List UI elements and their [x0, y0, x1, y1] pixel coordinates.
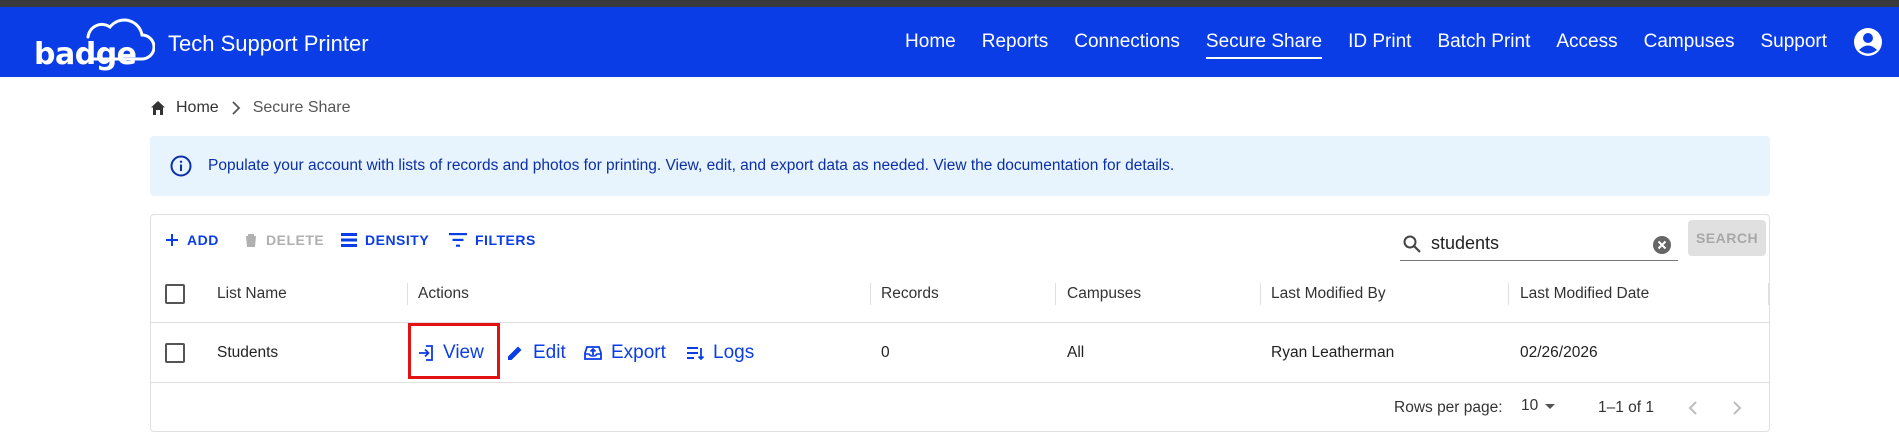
- column-separator[interactable]: [1055, 283, 1056, 305]
- list-sort-icon: [687, 346, 705, 360]
- view-button-label: View: [443, 341, 484, 363]
- trash-icon: [246, 234, 256, 247]
- select-all-cell: [165, 265, 185, 322]
- nav-support[interactable]: Support: [1760, 7, 1827, 77]
- column-separator[interactable]: [1260, 283, 1261, 305]
- row-checkbox[interactable]: [165, 342, 185, 363]
- column-header-campuses[interactable]: Campuses: [1067, 265, 1141, 322]
- column-header-actions[interactable]: Actions: [418, 265, 469, 322]
- cell-last-modified-date: 02/26/2026: [1520, 343, 1598, 361]
- login-icon: [419, 344, 433, 361]
- badge-logo[interactable]: badge: [30, 15, 155, 72]
- delete-button[interactable]: DELETE: [244, 228, 324, 252]
- edit-button-label: Edit: [533, 341, 566, 363]
- column-header-list-name[interactable]: List Name: [217, 265, 287, 322]
- column-separator[interactable]: [1508, 283, 1509, 305]
- export-button[interactable]: Export: [583, 342, 666, 364]
- lists-data-grid: ADD DELETE DENSITY FILTERS SEARCH: [150, 214, 1770, 432]
- grid-toolbar: ADD DELETE DENSITY FILTERS SEARCH: [151, 215, 1769, 265]
- actions-cell-logs: Logs: [685, 323, 754, 382]
- search-field: [1400, 227, 1678, 261]
- filter-icon: [449, 233, 467, 247]
- pagination-range: 1–1 of 1: [1598, 399, 1655, 416]
- select-all-checkbox[interactable]: [165, 283, 185, 304]
- row-select-cell: [165, 323, 185, 382]
- nav-id-print[interactable]: ID Print: [1348, 7, 1411, 77]
- nav-home[interactable]: Home: [905, 7, 956, 77]
- density-icon: [341, 233, 357, 247]
- logs-button[interactable]: Logs: [685, 342, 754, 364]
- edit-button[interactable]: Edit: [505, 342, 566, 364]
- nav-access[interactable]: Access: [1556, 7, 1617, 77]
- chevron-right-icon: [231, 101, 241, 115]
- cell-last-modified-by: Ryan Leatherman: [1271, 343, 1395, 361]
- grid-footer: Rows per page: 10 1–1 of 1: [151, 383, 1769, 433]
- breadcrumb-home-label: Home: [176, 99, 219, 116]
- info-icon: [170, 155, 192, 177]
- nav-campuses[interactable]: Campuses: [1644, 7, 1735, 77]
- actions-cell: View: [417, 323, 484, 382]
- delete-button-label: DELETE: [266, 232, 325, 248]
- cell-campuses: All: [1067, 343, 1085, 361]
- rows-per-page-value: 10: [1521, 397, 1539, 414]
- rows-per-page-label: Rows per page:: [1394, 399, 1503, 416]
- export-icon: [584, 345, 602, 360]
- rows-per-page-select[interactable]: 10: [1521, 396, 1562, 416]
- search-button[interactable]: SEARCH: [1688, 220, 1766, 256]
- table-row[interactable]: Students View Edit Export Logs 0 All Rya…: [151, 323, 1769, 383]
- density-button-label: DENSITY: [365, 232, 430, 248]
- search-input[interactable]: [1431, 233, 1631, 254]
- plus-icon: [166, 234, 178, 246]
- arrow-drop-down-icon: [1545, 404, 1556, 409]
- nav-batch-print[interactable]: Batch Print: [1437, 7, 1530, 77]
- density-button[interactable]: DENSITY: [341, 228, 429, 252]
- column-separator[interactable]: [1768, 283, 1769, 305]
- account-circle-icon[interactable]: [1853, 27, 1883, 57]
- cell-list-name: Students: [217, 343, 279, 361]
- export-button-label: Export: [611, 341, 666, 363]
- info-alert: Populate your account with lists of reco…: [150, 136, 1770, 196]
- column-header-records[interactable]: Records: [881, 265, 939, 322]
- search-icon: [1403, 235, 1421, 253]
- nav-secure-share[interactable]: Secure Share: [1205, 7, 1323, 77]
- main-nav: Home Reports Connections Secure Share ID…: [879, 7, 1827, 77]
- logo-text: badge: [34, 37, 137, 72]
- actions-cell-export: Export: [583, 323, 666, 382]
- filters-button-label: FILTERS: [475, 232, 536, 248]
- nav-reports[interactable]: Reports: [982, 7, 1049, 77]
- filters-button[interactable]: FILTERS: [449, 228, 536, 252]
- column-separator[interactable]: [870, 283, 871, 305]
- breadcrumb-home[interactable]: Home: [150, 99, 219, 117]
- column-header-last-modified-by[interactable]: Last Modified By: [1271, 265, 1386, 322]
- cell-records: 0: [881, 343, 890, 361]
- home-icon: [151, 101, 165, 115]
- app-bar: badge Tech Support Printer Home Reports …: [0, 7, 1899, 77]
- column-separator[interactable]: [407, 283, 408, 305]
- view-button[interactable]: View: [417, 342, 484, 364]
- previous-page-icon[interactable]: [1681, 396, 1705, 420]
- breadcrumb: Home Secure Share: [150, 96, 351, 120]
- breadcrumb-current: Secure Share: [252, 99, 351, 116]
- window-top-strip: [0, 0, 1899, 7]
- app-title: Tech Support Printer: [168, 31, 369, 56]
- column-header-last-modified-date[interactable]: Last Modified Date: [1520, 265, 1649, 322]
- table-header: List Name Actions Records Campuses Last …: [151, 265, 1769, 323]
- actions-cell-edit: Edit: [505, 323, 566, 382]
- add-button-label: ADD: [187, 232, 219, 248]
- nav-connections[interactable]: Connections: [1074, 7, 1180, 77]
- logs-button-label: Logs: [713, 341, 755, 363]
- add-button[interactable]: ADD: [165, 228, 219, 252]
- next-page-icon[interactable]: [1725, 396, 1749, 420]
- clear-icon[interactable]: [1652, 235, 1672, 255]
- alert-text: Populate your account with lists of reco…: [208, 157, 1175, 174]
- pencil-icon: [508, 346, 522, 360]
